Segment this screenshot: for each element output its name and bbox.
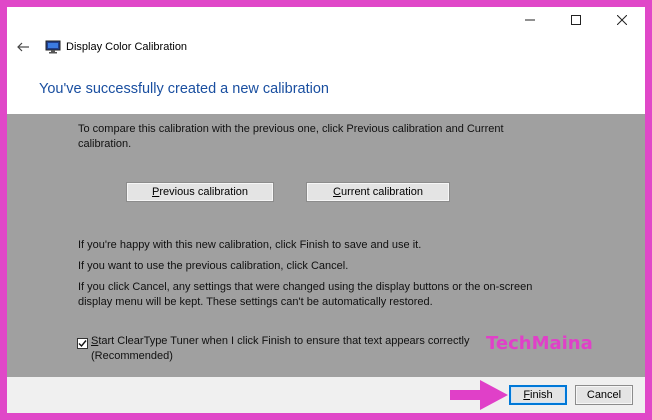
back-button[interactable] [11, 37, 35, 57]
cleartype-label[interactable]: Start ClearType Tuner when I click Finis… [91, 334, 501, 364]
checkmark-icon [78, 340, 87, 348]
finish-button[interactable]: Finish [509, 385, 567, 405]
window-title: Display Color Calibration [66, 41, 188, 53]
current-calibration-accel: C [333, 186, 341, 198]
back-arrow-icon [17, 42, 29, 52]
minimize-button[interactable] [507, 7, 553, 33]
finish-accel: F [523, 389, 531, 401]
compare-instructions: To compare this calibration with the pre… [78, 123, 504, 150]
close-icon [617, 15, 627, 25]
title-area: Display Color Calibration You've success… [7, 7, 645, 114]
page-heading: You've successfully created a new calibr… [39, 81, 329, 97]
nav-row: Display Color Calibration [7, 37, 187, 57]
footer-bar: Finish Cancel [7, 377, 645, 413]
maximize-icon [571, 15, 581, 25]
watermark: TechMaina [486, 333, 593, 354]
cleartype-row: Start ClearType Tuner when I click Finis… [77, 334, 501, 364]
maximize-button[interactable] [553, 7, 599, 33]
previous-calibration-button[interactable]: Previous calibration [126, 182, 274, 202]
cancel-label: Cancel [586, 389, 622, 401]
cancel-warning: If you click Cancel, any settings that w… [78, 281, 533, 308]
caption-buttons [507, 7, 645, 33]
cancel-instructions: If you want to use the previous calibrat… [78, 260, 349, 272]
cleartype-label-text: tart ClearType Tuner when I click Finish… [91, 335, 470, 362]
content-area: To compare this calibration with the pre… [7, 114, 645, 377]
finish-label: inish [530, 389, 553, 401]
current-calibration-label: urrent calibration [341, 186, 423, 198]
finish-instructions: If you're happy with this new calibratio… [78, 239, 422, 251]
current-calibration-button[interactable]: Current calibration [306, 182, 450, 202]
cancel-button[interactable]: Cancel [575, 385, 633, 405]
minimize-icon [525, 19, 535, 21]
pointer-arrow-icon [450, 380, 508, 410]
previous-calibration-label: revious calibration [159, 186, 248, 198]
dialog-window: Display Color Calibration You've success… [7, 7, 645, 413]
previous-calibration-accel: P [152, 186, 160, 198]
cleartype-checkbox[interactable] [77, 338, 88, 349]
monitor-icon [45, 40, 61, 54]
close-button[interactable] [599, 7, 645, 33]
